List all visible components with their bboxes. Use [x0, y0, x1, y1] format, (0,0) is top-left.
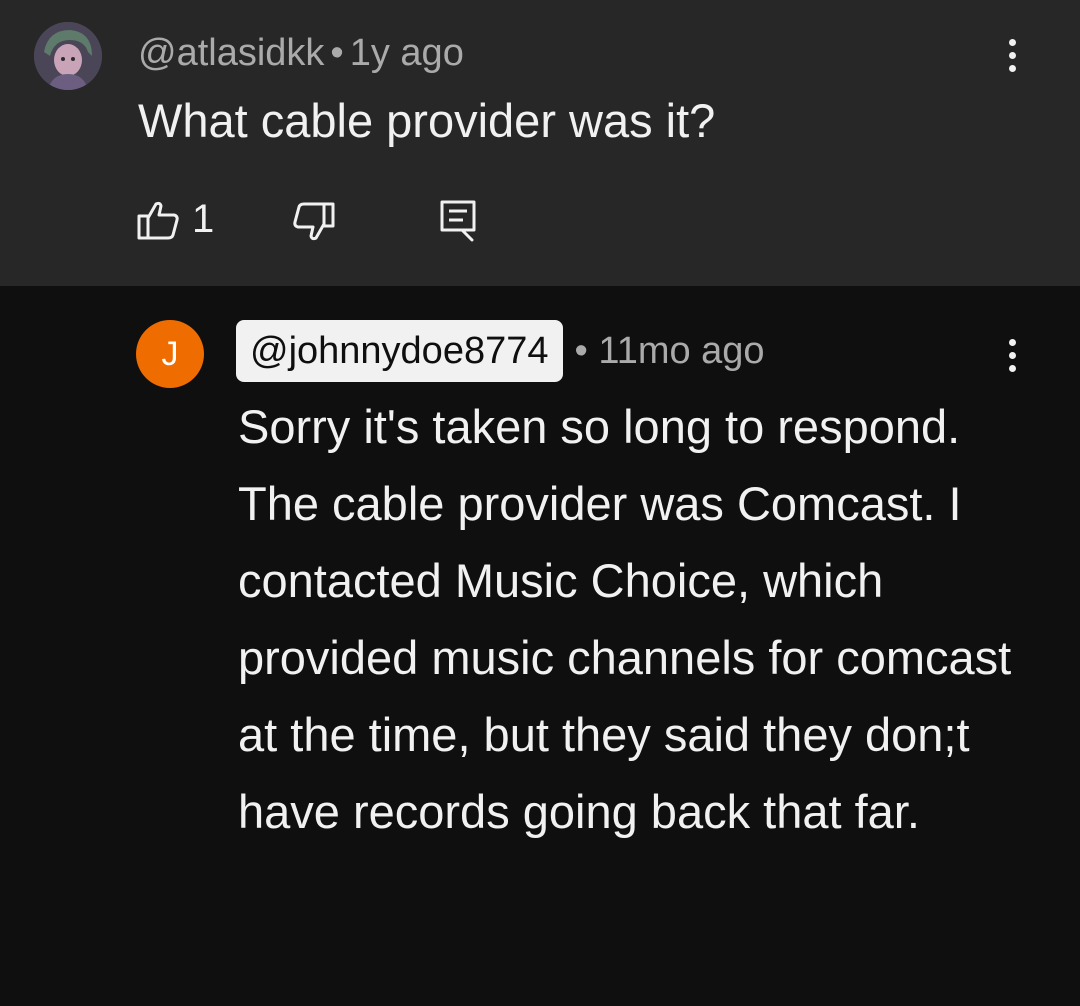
more-vert-icon[interactable]: [992, 30, 1032, 80]
comment-time: 1y ago: [349, 32, 464, 74]
reply-avatar[interactable]: J: [136, 320, 204, 388]
thumbs-down-icon[interactable]: [292, 200, 336, 244]
comment-text: What cable provider was it?: [138, 94, 716, 147]
reply-icon[interactable]: [438, 198, 478, 242]
like-count: 1: [192, 197, 215, 241]
reply-meta: @johnnydoe8774 • 11mo ago: [236, 320, 765, 382]
author-handle[interactable]: @atlasidkk: [138, 32, 324, 74]
reply-time-group: • 11mo ago: [575, 330, 765, 373]
thumbs-up-icon[interactable]: [136, 198, 180, 242]
reply-author-handle[interactable]: @johnnydoe8774: [236, 320, 563, 382]
reply-text: Sorry it's taken so long to respond. The…: [238, 400, 1012, 838]
avatar[interactable]: [34, 22, 102, 90]
more-vert-icon[interactable]: [992, 330, 1032, 380]
meta-separator: •: [330, 32, 344, 74]
comment-meta: @atlasidkk • 1y ago: [138, 30, 464, 76]
reply-time: 11mo ago: [598, 329, 765, 372]
meta-separator: •: [574, 329, 588, 372]
parent-comment: @atlasidkk • 1y ago What cable provider wa…: [0, 0, 1080, 286]
